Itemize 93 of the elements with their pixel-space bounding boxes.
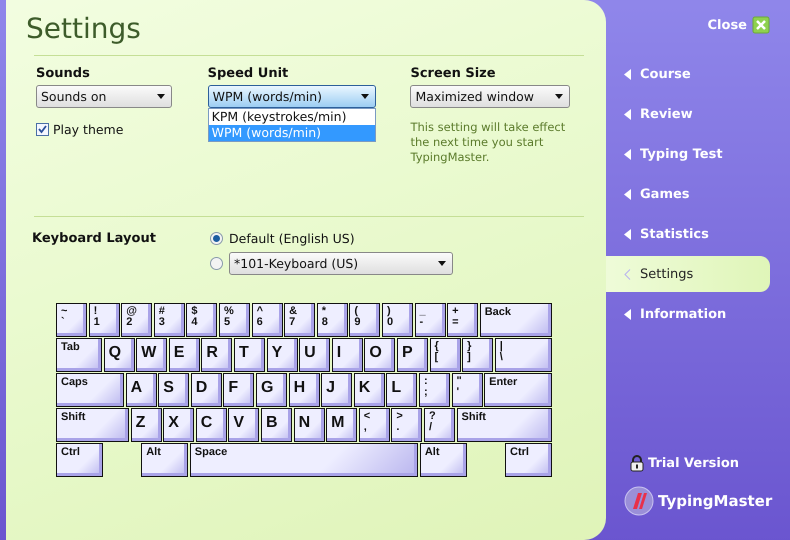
keyboard-key[interactable]: % 5	[218, 303, 250, 337]
nav-item[interactable]: Games	[606, 176, 770, 212]
keyboard-key[interactable]: | \	[494, 338, 552, 372]
keyboard-key[interactable]: $ 4	[186, 303, 218, 337]
setting-note: This setting will take effect the next time you start TypingMaster.	[410, 120, 566, 165]
nav-item[interactable]: Information	[606, 296, 770, 332]
keyboard-key[interactable]: ) 0	[382, 303, 413, 337]
keyboard-key[interactable]: Caps	[56, 373, 124, 407]
radio-label: Default (English US)	[229, 231, 355, 246]
keyboard-key[interactable]: Space	[190, 443, 418, 477]
keyboard-key[interactable]: L	[386, 373, 418, 407]
keyboard-key[interactable]: O	[364, 338, 396, 372]
arrow-icon	[624, 68, 631, 80]
checkbox-label: Play theme	[53, 122, 124, 137]
keyboard-key[interactable]: J	[321, 373, 352, 407]
keyboard-key[interactable]: # 3	[154, 303, 185, 337]
caret-icon	[555, 94, 564, 99]
keyboard-key[interactable]: X	[163, 408, 194, 442]
keyboard-key[interactable]: Q	[104, 338, 135, 372]
keyboard-key[interactable]: E	[168, 338, 200, 372]
keyboard-key[interactable]: & 7	[284, 303, 316, 337]
keyboard-layout-label: Keyboard Layout	[32, 231, 157, 248]
speed-unit-label: Speed Unit	[208, 66, 290, 81]
trial-version-text: Trial Version	[648, 456, 740, 471]
keyboard-key[interactable]: C	[196, 408, 227, 442]
close-icon	[752, 16, 770, 34]
arrow-icon	[624, 308, 631, 320]
keyboard-key[interactable]: A	[126, 373, 157, 407]
keyboard-key[interactable]: ~ `	[56, 303, 87, 337]
layout-dropdown[interactable]: *101-Keyboard (US)	[229, 252, 453, 275]
caret-icon	[438, 261, 446, 266]
keyboard-key[interactable]: F	[223, 373, 254, 407]
radio-button[interactable]	[210, 257, 223, 270]
keyboard-key[interactable]: * 8	[316, 303, 348, 337]
keyboard-key[interactable]: Shift	[56, 408, 129, 442]
nav-item[interactable]: Typing Test	[606, 136, 770, 172]
keyboard-key[interactable]: + =	[447, 303, 478, 337]
logo-text: TypingMaster	[658, 492, 772, 510]
keyboard-key[interactable]: Ctrl	[505, 443, 552, 477]
screen-size-label: Screen Size	[410, 66, 497, 81]
keyboard-key[interactable]: { [	[430, 338, 461, 372]
keyboard-key[interactable]: G	[256, 373, 287, 407]
sounds-dropdown[interactable]: Sounds on	[36, 85, 172, 108]
keyboard-key[interactable]: ^ 6	[252, 303, 283, 337]
play-theme-checkbox[interactable]	[36, 123, 49, 136]
lock-icon	[630, 455, 644, 472]
keyboard-key[interactable]: P	[396, 338, 428, 372]
arrow-icon	[624, 148, 631, 160]
keyboard-key[interactable]: K	[354, 373, 385, 407]
logo-icon	[624, 486, 654, 516]
keyboard-key[interactable]: Z	[130, 408, 162, 442]
keyboard-key[interactable]: H	[288, 373, 320, 407]
keyboard-key[interactable]: ? /	[424, 408, 455, 442]
keyboard-key[interactable]: ( 9	[349, 303, 380, 337]
keyboard-key[interactable]: Ctrl	[56, 443, 103, 477]
keyboard-key[interactable]: : ;	[418, 373, 450, 407]
radio-button[interactable]	[210, 232, 223, 245]
arrow-icon	[624, 108, 631, 120]
keyboard-key[interactable]: Y	[266, 338, 298, 372]
keyboard-key[interactable]: } ]	[462, 338, 494, 372]
page-title: Settings	[26, 12, 142, 45]
keyboard-key[interactable]: R	[201, 338, 232, 372]
caret-icon	[360, 94, 369, 99]
keyboard-key[interactable]: Tab	[56, 338, 102, 372]
arrow-icon	[624, 188, 631, 200]
keyboard-key[interactable]: Back	[480, 303, 552, 337]
keyboard-key[interactable]: W	[136, 338, 168, 372]
keyboard-key[interactable]: ! 1	[88, 303, 120, 337]
keyboard-key[interactable]: > .	[391, 408, 422, 442]
keyboard-key[interactable]: D	[190, 373, 222, 407]
keyboard-key[interactable]: T	[234, 338, 265, 372]
speed-unit-dropdown[interactable]: WPM (words/min)	[208, 85, 376, 108]
keyboard-key[interactable]: Alt	[420, 443, 467, 477]
keyboard-key[interactable]: < ,	[358, 408, 390, 442]
keyboard-key[interactable]: S	[158, 373, 190, 407]
keyboard-key[interactable]: Enter	[484, 373, 552, 407]
screen-size-dropdown[interactable]: Maximized window	[410, 85, 570, 108]
keyboard-key[interactable]: B	[260, 408, 292, 442]
keyboard-key[interactable]: V	[228, 408, 260, 442]
keyboard-key[interactable]: I	[332, 338, 363, 372]
keyboard-key[interactable]: " '	[452, 373, 483, 407]
keyboard-key[interactable]: N	[294, 408, 325, 442]
keyboard-key[interactable]: Shift	[456, 408, 552, 442]
keyboard-key[interactable]: U	[299, 338, 330, 372]
keyboard-key[interactable]: @ 2	[121, 303, 152, 337]
sounds-label: Sounds	[36, 66, 91, 81]
nav-item[interactable]: Statistics	[606, 216, 770, 252]
keyboard-key[interactable]: _ -	[414, 303, 446, 337]
keyboard-key[interactable]: Alt	[141, 443, 188, 477]
caret-icon	[157, 94, 165, 99]
keyboard-key[interactable]: M	[326, 408, 358, 442]
nav-item[interactable]: Settings	[606, 256, 770, 292]
arrow-icon	[624, 228, 631, 240]
